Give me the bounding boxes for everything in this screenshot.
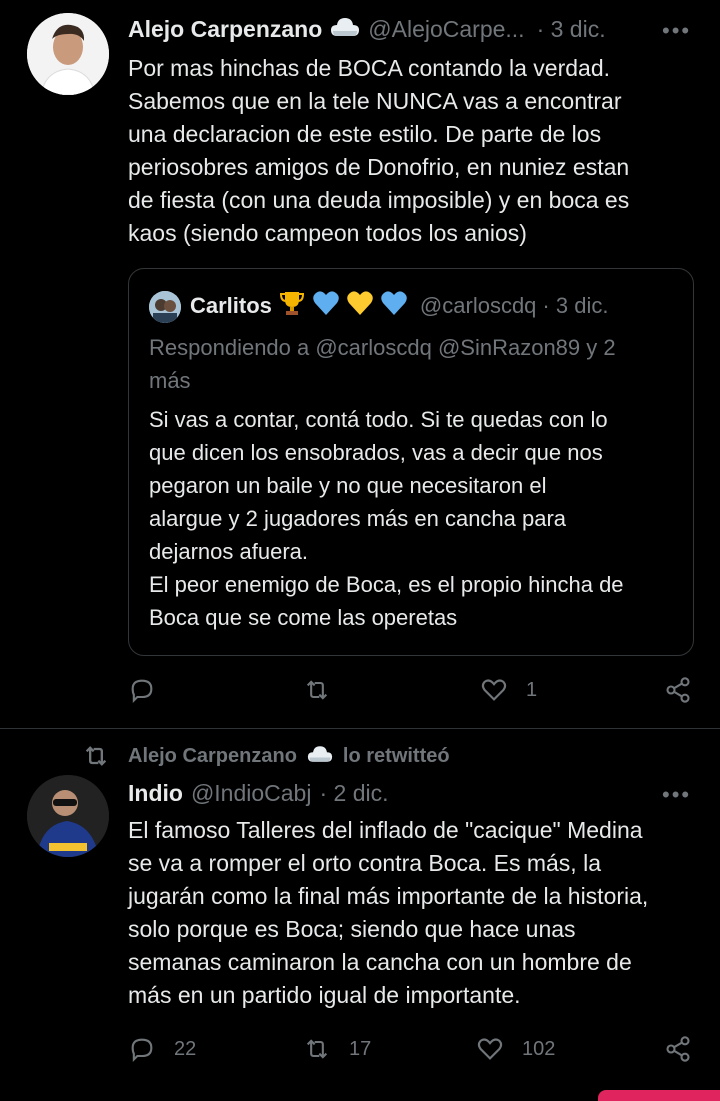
author-handle[interactable]: @AlejoCarpe...: [368, 16, 524, 43]
like-icon: [477, 1038, 503, 1060]
retweet-banner[interactable]: Alejo Carpenzano lo retwitteó: [82, 742, 450, 770]
retweet-count: 17: [349, 1037, 372, 1060]
retweet-button[interactable]: [303, 676, 349, 704]
author-avatar[interactable]: [27, 13, 109, 95]
retweet-button[interactable]: 17: [303, 1035, 371, 1063]
tweet-text: El famoso Talleres del inflado de "caciq…: [128, 817, 649, 1008]
reply-count: 22: [174, 1037, 197, 1060]
quoted-author-handle: @carloscdq: [419, 292, 537, 318]
retweeter-name[interactable]: Alejo Carpenzano: [128, 745, 297, 768]
tweet-divider: [0, 728, 720, 729]
reply-button[interactable]: 22: [128, 1035, 196, 1063]
retweet-label: lo retwitteó: [342, 744, 450, 767]
quoted-tweet-text: Si vas a contar, contá todo. Si te queda…: [149, 407, 624, 630]
reply-icon: [131, 679, 153, 704]
tweet-time[interactable]: · 3 dic.: [537, 16, 606, 43]
compose-button-edge[interactable]: [598, 1090, 720, 1101]
trophy-icon: [278, 289, 306, 322]
retweet-icon: [306, 680, 328, 700]
like-count: 102: [522, 1037, 556, 1060]
more-options-icon[interactable]: •••: [662, 782, 691, 808]
quoted-author-name: Carlitos: [190, 292, 272, 318]
reply-icon: [131, 1038, 153, 1063]
reply-button[interactable]: [128, 676, 174, 704]
share-button[interactable]: [664, 1035, 692, 1063]
share-button[interactable]: [664, 676, 692, 704]
like-button[interactable]: 102: [476, 1035, 555, 1063]
like-icon: [481, 679, 507, 701]
more-options-icon[interactable]: •••: [662, 18, 691, 44]
cloud-icon: [330, 16, 360, 43]
blue-heart-icon: [312, 290, 340, 321]
replying-to[interactable]: Respondiendo a @carloscdq @SinRazon89 y …: [149, 331, 679, 397]
author-name[interactable]: Indio: [128, 780, 183, 807]
author-name[interactable]: Alejo Carpenzano: [128, 16, 322, 43]
tweet-text: Por mas hinchas de BOCA contando la verd…: [128, 55, 630, 246]
share-icon: [666, 677, 690, 703]
author-avatar[interactable]: [27, 775, 109, 857]
tweet-time[interactable]: · 2 dic.: [319, 780, 388, 807]
retweet-icon: [306, 1039, 328, 1059]
cloud-icon: [307, 744, 333, 769]
blue-heart-icon: [380, 290, 408, 321]
share-icon: [666, 1036, 690, 1062]
quoted-tweet[interactable]: Carlitos @carloscdq · 3 dic. Respondiend…: [128, 268, 694, 656]
like-button[interactable]: 1: [480, 676, 537, 704]
like-count: 1: [526, 678, 538, 701]
author-handle[interactable]: @IndioCabj: [191, 780, 312, 807]
quoted-author-avatar: [149, 291, 181, 323]
retweet-icon: [85, 746, 107, 766]
quoted-tweet-time: · 3 dic.: [542, 292, 609, 318]
yellow-heart-icon: [346, 290, 374, 321]
